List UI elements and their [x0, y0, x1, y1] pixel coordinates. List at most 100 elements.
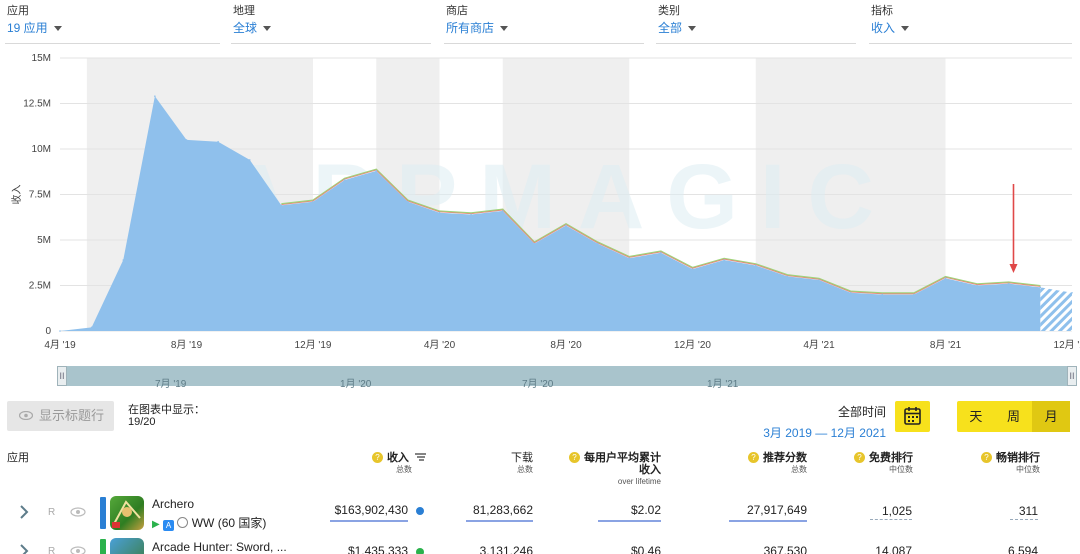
- chevron-right-icon[interactable]: [19, 505, 29, 519]
- filter-app[interactable]: 应用 19 应用: [5, 0, 220, 44]
- x-tick-label: 12月 '21: [1054, 339, 1080, 351]
- series-point: [122, 259, 125, 261]
- col-header-downloads[interactable]: 下载 总数: [470, 452, 533, 476]
- help-icon[interactable]: ?: [854, 452, 865, 463]
- series-point: [375, 170, 378, 172]
- col-header-score[interactable]: ? 推荐分数 总数: [737, 452, 807, 476]
- show-titles-label: 显示标题行: [39, 408, 105, 423]
- google-play-icon: ▶: [152, 519, 160, 530]
- free-rank-value: 1,025: [870, 504, 912, 520]
- date-range-value[interactable]: 3月 2019 — 12月 2021: [730, 424, 886, 441]
- col-header-grossing-rank[interactable]: ? 畅销排行 中位数: [970, 452, 1040, 476]
- app-geo: WW (60 国家): [191, 516, 267, 530]
- timeline-handle-right[interactable]: II: [1067, 366, 1077, 386]
- downloads-value: 81,283,662: [466, 503, 533, 522]
- series-point: [248, 159, 251, 161]
- timeline-slider[interactable]: II 7月 '19 1月 '20 7月 '20 1月 '21 II: [57, 366, 1077, 390]
- series-point: [691, 268, 694, 270]
- arpu-value: $2.02: [598, 503, 661, 522]
- downloads-value: 3,131,246: [479, 544, 533, 554]
- filter-geo-label: 地理: [233, 5, 255, 17]
- filter-store[interactable]: 商店 所有商店: [444, 0, 644, 44]
- filter-metric[interactable]: 指标 收入: [869, 0, 1072, 44]
- series-point: [312, 200, 314, 203]
- show-titles-button[interactable]: 显示标题行: [7, 401, 114, 431]
- x-tick-label: 4月 '20: [424, 339, 456, 351]
- series-point: [976, 284, 978, 287]
- filter-app-value[interactable]: 19 应用: [7, 19, 62, 36]
- series-point: [407, 200, 409, 203]
- chevron-down-icon: [901, 26, 910, 32]
- chevron-right-icon[interactable]: [19, 544, 29, 554]
- granularity-day[interactable]: 天: [957, 401, 995, 432]
- col-header-arpu[interactable]: ? 每用户平均累计 收入 over lifetime: [565, 452, 661, 488]
- eye-icon[interactable]: [70, 507, 86, 517]
- calendar-icon: [904, 407, 921, 425]
- filter-category[interactable]: 类别 全部: [656, 0, 856, 44]
- filter-geo-value[interactable]: 全球: [233, 19, 272, 36]
- arpu-value: $0.46: [630, 544, 661, 554]
- filter-category-label: 类别: [658, 5, 680, 17]
- filter-app-label: 应用: [7, 5, 29, 17]
- row-tag: R: [48, 546, 56, 554]
- x-tick-label: 4月 '21: [803, 339, 835, 351]
- filter-store-value[interactable]: 所有商店: [446, 19, 509, 36]
- filter-category-value[interactable]: 全部: [658, 19, 697, 36]
- x-tick-label: 8月 '19: [171, 339, 203, 351]
- col-header-revenue[interactable]: ? 收入 总数: [356, 452, 426, 476]
- granularity-week[interactable]: 周: [995, 401, 1033, 432]
- filter-store-label: 商店: [446, 5, 468, 17]
- table-row[interactable]: R Arcade Hunter: Sword, ... $1,435,333 3…: [0, 536, 1080, 554]
- revenue-value: $163,902,430: [330, 503, 408, 522]
- app-icon[interactable]: [110, 538, 144, 554]
- globe-icon: [177, 517, 189, 528]
- help-icon[interactable]: ?: [371, 452, 383, 463]
- series-point: [217, 140, 219, 143]
- series-point: [533, 242, 536, 245]
- table-row[interactable]: R Archero ▶ A WW (60 国家) $163,902,430 81…: [0, 494, 1080, 534]
- app-stores: ▶ A WW (60 国家): [152, 514, 266, 531]
- x-tick-label: 4月 '19: [44, 339, 76, 351]
- filter-bar: 应用 19 应用 地理 全球 商店 所有商店 类别 全部 指标 收入: [0, 0, 1080, 44]
- series-point: [596, 242, 599, 245]
- series-point: [881, 293, 884, 296]
- x-tick-label: 12月 '20: [674, 339, 711, 351]
- filter-geo[interactable]: 地理 全球: [231, 0, 431, 44]
- help-icon[interactable]: ?: [981, 452, 992, 463]
- granularity-month[interactable]: 月: [1032, 401, 1071, 432]
- score-value: 27,917,649: [729, 503, 807, 522]
- series-point: [501, 210, 504, 212]
- help-icon[interactable]: ?: [569, 452, 580, 463]
- app-name[interactable]: Archero: [152, 497, 194, 511]
- grossing-rank-value: 311: [1010, 504, 1038, 520]
- show-in-chart-info: 在图表中显示： 19/20: [128, 404, 205, 428]
- y-axis-label: 收入: [10, 185, 23, 205]
- help-icon[interactable]: ?: [748, 452, 759, 463]
- col-header-free-rank[interactable]: ? 免费排行 中位数: [847, 452, 913, 476]
- series-dot: [416, 548, 424, 554]
- timeline-handle-left[interactable]: II: [57, 366, 67, 386]
- chevron-down-icon: [53, 26, 62, 32]
- chevron-down-icon: [263, 26, 272, 32]
- series-point: [90, 326, 93, 329]
- col-header-app[interactable]: 应用: [7, 452, 29, 464]
- sort-icon[interactable]: [415, 453, 426, 461]
- y-tick-label: 5M: [37, 235, 51, 246]
- app-name[interactable]: Arcade Hunter: Sword, ...: [152, 540, 287, 554]
- filter-metric-value[interactable]: 收入: [871, 19, 910, 36]
- series-point: [1007, 282, 1010, 285]
- app-icon[interactable]: [110, 496, 144, 530]
- series-point: [754, 264, 757, 267]
- date-range-picker[interactable]: 全部时间 3月 2019 — 12月 2021: [730, 403, 886, 441]
- timeline-label: 7月 '20: [522, 379, 554, 390]
- series-point: [818, 279, 820, 281]
- calendar-button[interactable]: [895, 401, 930, 432]
- y-tick-label: 10M: [32, 144, 51, 155]
- eye-icon[interactable]: [70, 546, 86, 554]
- revenue-chart: 0 2.5M 5M 7.5M 10M 12.5M 15M 收入 4月 '19 8月 '19 12月 …: [10, 53, 1080, 351]
- row-tag: R: [48, 507, 56, 518]
- series-point: [944, 277, 947, 280]
- y-tick-label: 2.5M: [29, 281, 51, 292]
- series-point: [565, 224, 567, 227]
- annotation-arrow-head: [1009, 264, 1018, 273]
